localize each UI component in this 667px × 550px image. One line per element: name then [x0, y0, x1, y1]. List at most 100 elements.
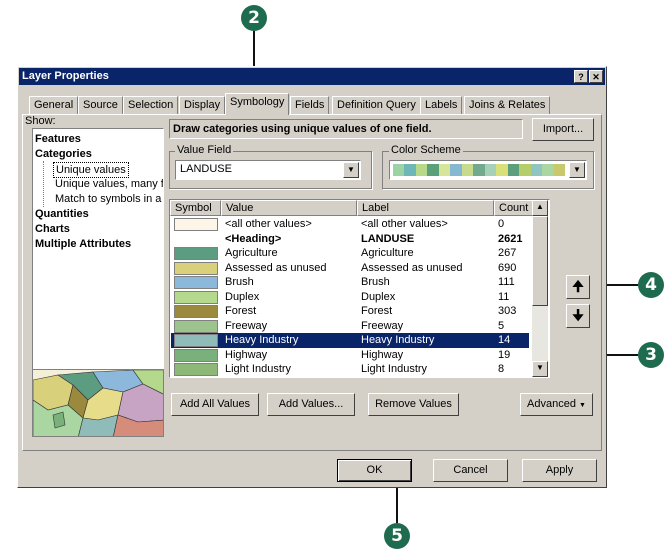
cell-count: 14: [498, 334, 511, 346]
color-ramp-swatch: [484, 164, 497, 176]
cell-value: <all other values>: [225, 218, 312, 230]
show-multiple-attributes[interactable]: Multiple Attributes: [35, 237, 131, 251]
show-quantities[interactable]: Quantities: [35, 207, 89, 221]
cell-value: Agriculture: [225, 247, 278, 259]
symbol-swatch[interactable]: [174, 247, 218, 260]
symbol-swatch[interactable]: [174, 276, 218, 289]
header-value[interactable]: Value: [221, 200, 357, 216]
symbol-swatch[interactable]: [174, 261, 218, 275]
scroll-thumb[interactable]: [532, 216, 548, 306]
tab-display[interactable]: Display: [179, 96, 226, 114]
tab-source[interactable]: Source: [78, 96, 123, 114]
tab-symbology[interactable]: Symbology: [225, 93, 290, 115]
callout-5: 5: [384, 523, 410, 549]
cell-count: 0: [498, 218, 505, 230]
table-row[interactable]: Highway Highway 19: [171, 348, 529, 363]
symbol-table[interactable]: Symbol Value Label Count <all other valu…: [169, 199, 550, 378]
table-row[interactable]: Brush Brush 111: [171, 275, 529, 290]
scroll-down-icon[interactable]: ▼: [532, 361, 548, 377]
color-ramp-swatch: [404, 164, 416, 176]
cell-label: Brush: [361, 276, 390, 288]
add-all-values-button[interactable]: Add All Values: [171, 393, 259, 416]
cell-label: Duplex: [361, 290, 396, 303]
cell-value: Heavy Industry: [225, 334, 299, 346]
import-button[interactable]: Import...: [532, 118, 594, 141]
title-bar[interactable]: Layer Properties ? ✕: [19, 68, 605, 85]
move-down-button[interactable]: 🠋: [566, 304, 590, 328]
cell-label: Heavy Industry: [361, 334, 435, 346]
show-categories[interactable]: Categories: [35, 147, 92, 161]
color-ramp-swatch: [415, 164, 428, 176]
symbol-swatch[interactable]: [174, 290, 218, 304]
color-scheme-label: Color Scheme: [389, 144, 463, 156]
close-button[interactable]: ✕: [589, 70, 603, 83]
callout-3: 3: [638, 342, 664, 368]
move-up-button[interactable]: 🠉: [566, 275, 590, 299]
tab-labels[interactable]: Labels: [420, 96, 463, 114]
symbol-swatch[interactable]: [174, 348, 218, 362]
symbol-swatch[interactable]: [174, 334, 218, 347]
show-match-to-symbols[interactable]: Match to symbols in a: [55, 192, 163, 206]
tab-joins-relates[interactable]: Joins & Relates: [464, 96, 551, 114]
show-unique-values[interactable]: Unique values: [53, 162, 129, 178]
table-row[interactable]: Light Industry Light Industry 8: [171, 362, 529, 377]
symbol-swatch[interactable]: [174, 218, 218, 231]
table-row[interactable]: Forest Forest 303: [171, 304, 529, 319]
cell-count: 5: [498, 319, 505, 332]
color-scheme-select[interactable]: ▼: [389, 160, 587, 180]
table-row[interactable]: <all other values> <all other values> 0: [171, 217, 529, 232]
remove-values-button[interactable]: Remove Values: [368, 393, 459, 416]
symbol-swatch[interactable]: [174, 363, 218, 376]
value-field-select[interactable]: LANDUSE ▼: [175, 160, 361, 180]
color-ramp-swatch: [530, 164, 543, 176]
cell-count: 303: [498, 305, 517, 317]
header-symbol[interactable]: Symbol: [170, 200, 221, 216]
add-values-button[interactable]: Add Values...: [267, 393, 355, 416]
symbol-swatch[interactable]: [174, 319, 218, 333]
color-ramp-swatch: [542, 164, 554, 176]
advanced-label: Advanced: [527, 398, 576, 410]
table-row[interactable]: Assessed as unused Assessed as unused 690: [171, 261, 529, 276]
symbol-swatch[interactable]: [174, 305, 218, 318]
tab-fields[interactable]: Fields: [290, 96, 330, 114]
cell-count: 11: [498, 290, 510, 303]
show-unique-values-many[interactable]: Unique values, many f: [55, 177, 163, 191]
header-label[interactable]: Label: [357, 200, 494, 216]
cell-value: Forest: [225, 305, 257, 317]
table-row[interactable]: Heavy Industry Heavy Industry 14: [171, 333, 529, 348]
table-row[interactable]: Agriculture Agriculture 267: [171, 246, 529, 261]
tab-general[interactable]: General: [29, 96, 79, 114]
help-button[interactable]: ?: [574, 70, 588, 83]
cancel-button[interactable]: Cancel: [433, 459, 508, 482]
cell-label: Light Industry: [361, 363, 428, 375]
cell-label: Agriculture: [361, 247, 414, 259]
cell-label: Freeway: [361, 319, 404, 332]
scroll-up-icon[interactable]: ▲: [532, 200, 548, 216]
value-field-dropdown-icon[interactable]: ▼: [343, 162, 359, 178]
table-row[interactable]: Duplex Duplex 11: [171, 290, 529, 305]
cell-value: <Heading>: [225, 232, 282, 245]
value-field-value: LANDUSE: [180, 163, 232, 175]
show-charts[interactable]: Charts: [35, 222, 70, 236]
show-features[interactable]: Features: [35, 132, 81, 146]
tree-line: [43, 161, 44, 207]
table-row[interactable]: Freeway Freeway 5: [171, 319, 529, 334]
table-scrollbar[interactable]: ▲ ▼: [532, 200, 548, 377]
table-row[interactable]: <Heading> LANDUSE 2621: [171, 232, 529, 247]
cell-label: <all other values>: [361, 218, 448, 230]
color-ramp-swatch: [461, 164, 474, 176]
apply-button[interactable]: Apply: [522, 459, 597, 482]
cell-label: Highway: [361, 348, 404, 361]
callout-2: 2: [241, 5, 267, 31]
advanced-button[interactable]: Advanced ▼: [520, 393, 593, 416]
color-scheme-dropdown-icon[interactable]: ▼: [569, 162, 585, 178]
tab-selection[interactable]: Selection: [123, 96, 179, 114]
cell-value: Light Industry: [225, 363, 292, 375]
ok-button[interactable]: OK: [337, 459, 412, 482]
tab-definition-query[interactable]: Definition Query: [332, 96, 421, 114]
cell-count: 267: [498, 247, 517, 259]
show-label: Show:: [25, 115, 56, 127]
value-field-label: Value Field: [175, 144, 234, 156]
color-ramp-swatch: [438, 164, 451, 176]
color-ramp-swatch: [427, 164, 439, 176]
